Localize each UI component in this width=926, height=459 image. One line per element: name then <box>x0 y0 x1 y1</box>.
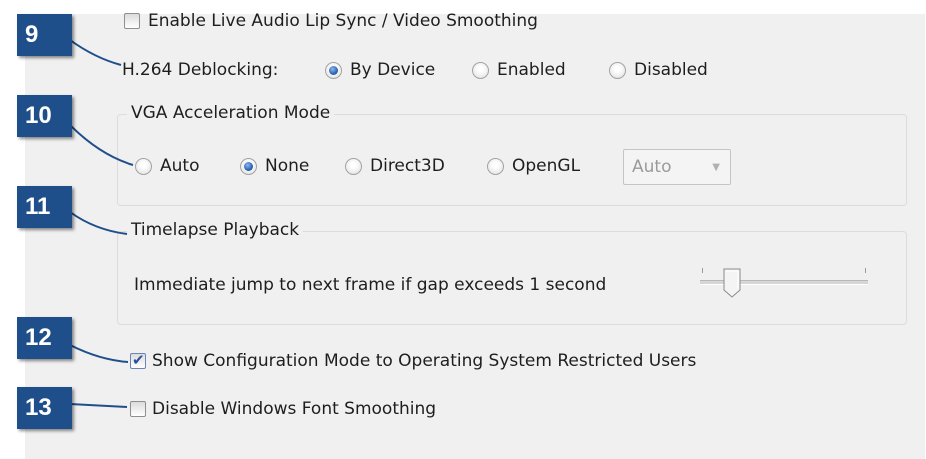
vga-option-none[interactable]: None <box>240 154 309 178</box>
vga-mode-dropdown-value: Auto <box>632 157 672 177</box>
vga-none-label: None <box>265 156 310 176</box>
vga-opengl-radio[interactable] <box>487 157 504 175</box>
vga-option-direct3d[interactable]: Direct3D <box>345 154 445 178</box>
font-smoothing-checkbox[interactable] <box>130 401 146 417</box>
timelapse-slider[interactable] <box>700 268 868 302</box>
slider-tick <box>702 268 703 273</box>
live-audio-label: Enable Live Audio Lip Sync / Video Smoot… <box>148 11 538 31</box>
h264-deblocking-label: H.264 Deblocking: <box>122 60 279 80</box>
callout-badge-10: 10 <box>17 95 72 137</box>
vga-opengl-label: OpenGL <box>512 156 581 176</box>
vga-none-radio[interactable] <box>240 157 257 175</box>
vga-acceleration-title: VGA Acceleration Mode <box>127 103 335 123</box>
slider-tick <box>865 268 866 273</box>
font-smoothing-option[interactable]: Disable Windows Font Smoothing <box>130 397 436 421</box>
callout-badge-11: 11 <box>17 186 72 228</box>
show-config-option[interactable]: Show Configuration Mode to Operating Sys… <box>130 349 696 373</box>
h264-disabled-radio[interactable] <box>609 61 626 79</box>
h264-enabled-label: Enabled <box>497 60 566 80</box>
vga-mode-dropdown[interactable]: Auto ▼ <box>623 149 731 185</box>
vga-direct3d-label: Direct3D <box>370 156 445 176</box>
h264-by-device-radio[interactable] <box>325 61 342 79</box>
vga-direct3d-radio[interactable] <box>345 157 362 175</box>
show-config-checkbox[interactable] <box>130 351 146 369</box>
h264-option-by-device[interactable]: By Device <box>325 59 435 81</box>
live-audio-checkbox[interactable] <box>124 13 140 29</box>
h264-disabled-label: Disabled <box>634 60 708 80</box>
callout-badge-9: 9 <box>17 14 72 56</box>
chevron-down-icon: ▼ <box>712 162 720 173</box>
vga-option-opengl[interactable]: OpenGL <box>487 154 580 178</box>
timelapse-title: Timelapse Playback <box>127 220 304 240</box>
callout-badge-13: 13 <box>17 387 72 429</box>
show-config-label: Show Configuration Mode to Operating Sys… <box>152 351 697 371</box>
slider-thumb[interactable] <box>723 268 741 298</box>
live-audio-option[interactable]: Enable Live Audio Lip Sync / Video Smoot… <box>124 10 538 32</box>
callout-badge-12: 12 <box>17 317 72 359</box>
h264-deblocking-row: H.264 Deblocking: <box>122 59 278 81</box>
timelapse-jump-label: Immediate jump to next frame if gap exce… <box>134 275 607 295</box>
h264-option-enabled[interactable]: Enabled <box>472 59 566 81</box>
h264-enabled-radio[interactable] <box>472 61 489 79</box>
timelapse-jump-row: Immediate jump to next frame if gap exce… <box>134 273 606 297</box>
font-smoothing-label: Disable Windows Font Smoothing <box>152 399 437 419</box>
vga-option-auto[interactable]: Auto <box>135 154 199 178</box>
vga-auto-radio[interactable] <box>135 157 152 175</box>
vga-auto-label: Auto <box>160 156 200 176</box>
h264-by-device-label: By Device <box>350 60 436 80</box>
h264-option-disabled[interactable]: Disabled <box>609 59 708 81</box>
